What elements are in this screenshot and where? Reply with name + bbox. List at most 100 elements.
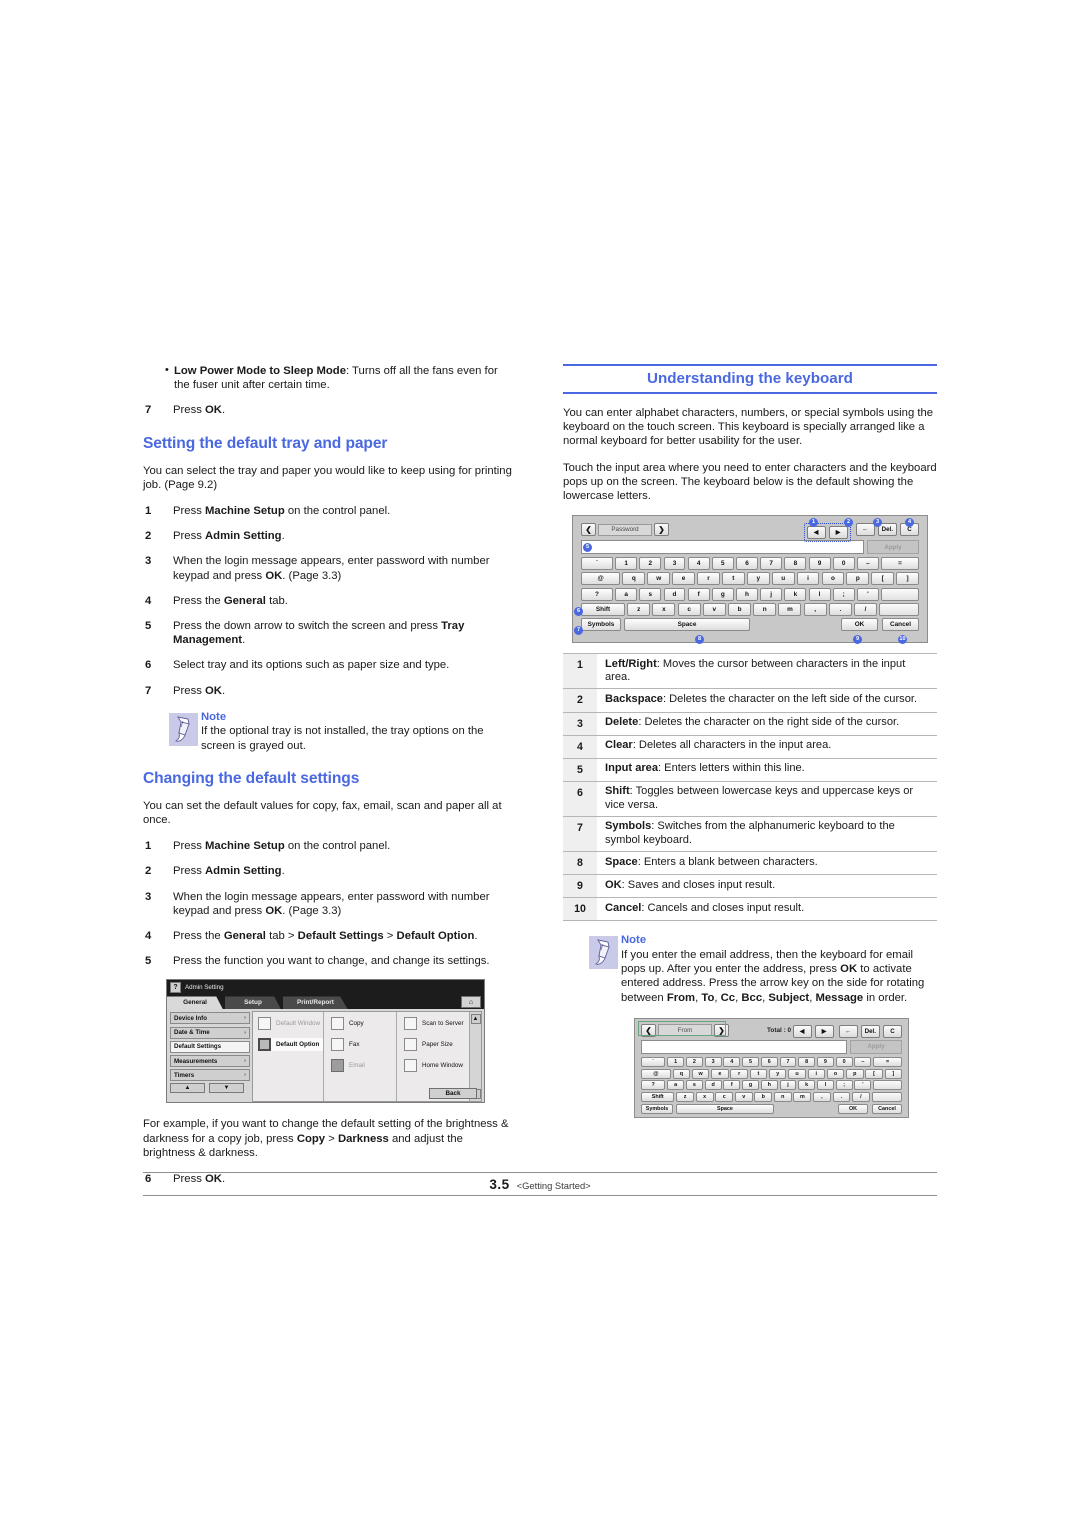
key-4[interactable]: 4: [687, 557, 710, 571]
key-shift[interactable]: Shift: [641, 1092, 675, 1103]
key-q[interactable]: q: [672, 1068, 691, 1079]
key-[interactable]: .: [832, 1092, 851, 1103]
home-icon[interactable]: ⌂: [461, 996, 481, 1009]
key-[interactable]: =: [881, 557, 920, 571]
key-p[interactable]: p: [846, 572, 870, 586]
key-2[interactable]: 2: [639, 557, 662, 571]
key-o[interactable]: o: [821, 572, 845, 586]
key-t[interactable]: t: [722, 572, 745, 586]
key-[interactable]: –: [856, 557, 879, 571]
key-a[interactable]: a: [667, 1080, 685, 1091]
key-3[interactable]: 3: [704, 1056, 722, 1067]
key-r[interactable]: r: [730, 1068, 748, 1079]
back-button[interactable]: Back: [429, 1088, 477, 1100]
key-s[interactable]: s: [685, 1080, 703, 1091]
key-c[interactable]: c: [715, 1092, 734, 1103]
key-[interactable]: .: [828, 602, 852, 616]
checkbox-scan-to-server[interactable]: [404, 1017, 417, 1031]
key-z[interactable]: z: [627, 602, 651, 616]
clear-button[interactable]: C: [883, 1024, 902, 1038]
key-[interactable]: [: [865, 1068, 883, 1079]
key-v[interactable]: v: [734, 1092, 753, 1103]
key-i[interactable]: i: [807, 1068, 825, 1079]
key-4[interactable]: 4: [723, 1056, 741, 1067]
key-f[interactable]: f: [687, 587, 710, 601]
key-h[interactable]: h: [736, 587, 758, 601]
backspace-button[interactable]: ←: [855, 523, 875, 537]
option-default-window[interactable]: Default Window: [258, 1017, 323, 1031]
next-field-button[interactable]: ❯: [654, 523, 669, 537]
key-[interactable]: [: [871, 572, 895, 586]
key-d[interactable]: d: [704, 1080, 722, 1091]
key-1[interactable]: 1: [615, 557, 638, 571]
key-i[interactable]: i: [796, 572, 820, 586]
key-1[interactable]: 1: [667, 1056, 685, 1067]
key-[interactable]: ,: [803, 602, 827, 616]
key-7[interactable]: 7: [779, 1056, 797, 1067]
tab-print-report[interactable]: Print/Report: [283, 996, 348, 1010]
key-[interactable]: /: [852, 1092, 870, 1103]
key-u[interactable]: u: [771, 572, 795, 586]
option-home-window[interactable]: Home Window: [404, 1059, 469, 1073]
key-[interactable]: ?: [581, 587, 613, 601]
cursor-right-button[interactable]: ▶: [828, 526, 848, 540]
key-[interactable]: ,: [813, 1092, 831, 1103]
sidebar-item-device-info[interactable]: Device Info ›: [170, 1012, 250, 1025]
key-5[interactable]: 5: [742, 1056, 759, 1067]
key-[interactable]: `: [641, 1056, 666, 1067]
key-h[interactable]: h: [760, 1080, 778, 1091]
key-j[interactable]: j: [779, 1080, 797, 1091]
checkbox-copy[interactable]: [331, 1017, 344, 1031]
key-q[interactable]: q: [622, 572, 646, 586]
key-[interactable]: ]: [896, 572, 919, 586]
checkbox-paper-size[interactable]: [404, 1038, 417, 1052]
scroll-down-button[interactable]: ▼: [209, 1083, 244, 1094]
key-2[interactable]: 2: [685, 1056, 703, 1067]
key-k[interactable]: k: [784, 587, 807, 601]
key-[interactable]: –: [854, 1056, 872, 1067]
key-[interactable]: =: [873, 1056, 902, 1067]
sidebar-item-measurements[interactable]: Measurements ›: [170, 1055, 250, 1068]
key-[interactable]: ]: [884, 1068, 903, 1079]
key-y[interactable]: y: [746, 572, 770, 586]
key-v[interactable]: v: [702, 602, 726, 616]
key-g[interactable]: g: [742, 1080, 759, 1091]
key-[interactable]: ;: [835, 1080, 853, 1091]
question-mark-icon[interactable]: ?: [170, 982, 181, 994]
key-y[interactable]: y: [768, 1068, 787, 1079]
ok-key[interactable]: OK: [841, 617, 878, 631]
key-[interactable]: ;: [832, 587, 855, 601]
key-a[interactable]: a: [615, 587, 638, 601]
ok-key[interactable]: OK: [838, 1104, 868, 1115]
key-7[interactable]: 7: [760, 557, 783, 571]
scroll-up-button[interactable]: ▲: [170, 1083, 205, 1094]
apply-button[interactable]: Apply: [867, 540, 919, 555]
key-g[interactable]: g: [711, 587, 734, 601]
key-e[interactable]: e: [672, 572, 695, 586]
apply-button[interactable]: Apply: [850, 1039, 902, 1054]
key-6[interactable]: 6: [760, 1056, 778, 1067]
cursor-right-button[interactable]: ▶: [814, 1024, 834, 1038]
key-z[interactable]: z: [676, 1092, 695, 1103]
key-[interactable]: `: [581, 557, 613, 571]
key-x[interactable]: x: [652, 602, 676, 616]
key-b[interactable]: b: [754, 1092, 773, 1103]
symbols-key[interactable]: Symbols: [641, 1104, 673, 1115]
checkbox-home-window[interactable]: [404, 1059, 417, 1073]
key-[interactable]: ': [854, 1080, 872, 1091]
key-n[interactable]: n: [773, 1092, 792, 1103]
tab-general[interactable]: General: [167, 996, 223, 1010]
key-6[interactable]: 6: [736, 557, 758, 571]
key-[interactable]: @: [581, 572, 621, 586]
cursor-left-button[interactable]: ◀: [792, 1024, 812, 1038]
key-[interactable]: ?: [641, 1080, 666, 1091]
key-[interactable]: /: [854, 602, 878, 616]
key-c[interactable]: c: [677, 602, 701, 616]
input-area[interactable]: [641, 1039, 847, 1054]
key-l[interactable]: l: [816, 1080, 834, 1091]
key-5[interactable]: 5: [711, 557, 734, 571]
input-area[interactable]: [581, 540, 864, 555]
tab-setup[interactable]: Setup: [225, 996, 281, 1010]
cursor-left-button[interactable]: ◀: [806, 526, 826, 540]
sidebar-item-default-settings[interactable]: Default Settings: [170, 1040, 250, 1053]
